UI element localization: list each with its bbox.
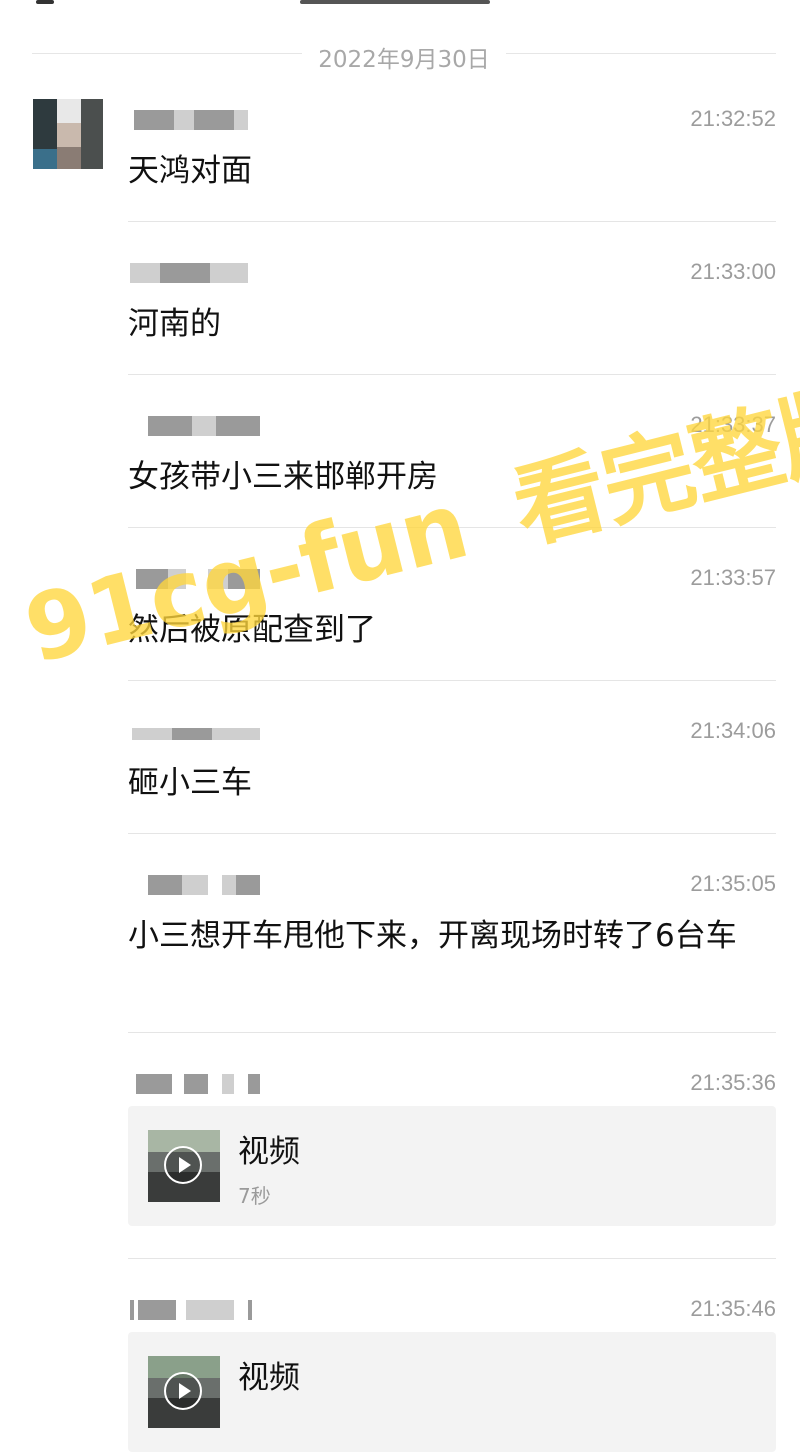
message-text: 然后被原配查到了 xyxy=(128,612,376,648)
message-time: 21:35:46 xyxy=(690,1296,776,1321)
sender-name-redacted xyxy=(128,412,268,438)
message-separator xyxy=(128,527,776,528)
message-time: 21:33:37 xyxy=(690,412,776,437)
avatar[interactable] xyxy=(33,99,103,169)
video-card[interactable]: 视频 7秒 xyxy=(128,1106,776,1226)
list-item[interactable]: 21:35:36 视频 7秒 xyxy=(128,1070,776,1260)
message-time: 21:33:57 xyxy=(690,565,776,590)
message-time: 21:35:36 xyxy=(690,1070,776,1095)
sender-name-redacted xyxy=(128,565,268,591)
message-time: 21:34:06 xyxy=(690,718,776,743)
message-separator xyxy=(128,833,776,834)
message-separator xyxy=(128,1032,776,1033)
play-icon[interactable] xyxy=(164,1372,202,1410)
message-separator xyxy=(128,221,776,222)
sender-name-redacted xyxy=(128,1296,268,1322)
message-separator xyxy=(128,680,776,681)
date-divider: 2022年9月30日 xyxy=(32,34,776,74)
video-thumbnail[interactable] xyxy=(148,1130,220,1202)
top-bar-fragment xyxy=(0,0,800,8)
message-separator xyxy=(128,1258,776,1259)
list-item[interactable]: 21:33:57 然后被原配查到了 xyxy=(128,565,776,681)
sender-name-redacted xyxy=(128,259,268,285)
sender-name-redacted xyxy=(128,1070,268,1096)
message-text: 女孩带小三来邯郸开房 xyxy=(128,459,438,495)
list-item[interactable]: 21:33:37 女孩带小三来邯郸开房 xyxy=(128,412,776,528)
video-thumbnail[interactable] xyxy=(148,1356,220,1428)
list-item[interactable]: 21:32:52 天鸿对面 xyxy=(128,106,776,222)
list-item[interactable]: 21:35:46 视频 xyxy=(128,1296,776,1452)
video-title: 视频 xyxy=(238,1360,300,1396)
list-item[interactable]: 21:33:00 河南的 xyxy=(128,259,776,375)
message-text: 砸小三车 xyxy=(128,765,252,801)
message-text: 河南的 xyxy=(128,306,221,342)
video-title: 视频 xyxy=(238,1134,300,1170)
list-item[interactable]: 21:34:06 砸小三车 xyxy=(128,718,776,834)
message-separator xyxy=(128,374,776,375)
message-text: 天鸿对面 xyxy=(128,153,252,189)
list-item[interactable]: 21:35:05 小三想开车甩他下来，开离现场时转了6台车 xyxy=(128,871,776,1033)
message-text: 小三想开车甩他下来，开离现场时转了6台车 xyxy=(128,918,737,954)
video-card[interactable]: 视频 xyxy=(128,1332,776,1452)
date-label: 2022年9月30日 xyxy=(318,47,490,73)
sender-name-redacted xyxy=(128,106,268,132)
sender-name-redacted xyxy=(128,871,268,897)
message-time: 21:32:52 xyxy=(690,106,776,131)
sender-name-redacted xyxy=(128,718,268,744)
divider-line-right xyxy=(506,53,776,54)
message-time: 21:35:05 xyxy=(690,871,776,896)
play-icon[interactable] xyxy=(164,1146,202,1184)
video-duration: 7秒 xyxy=(238,1184,271,1208)
message-time: 21:33:00 xyxy=(690,259,776,284)
